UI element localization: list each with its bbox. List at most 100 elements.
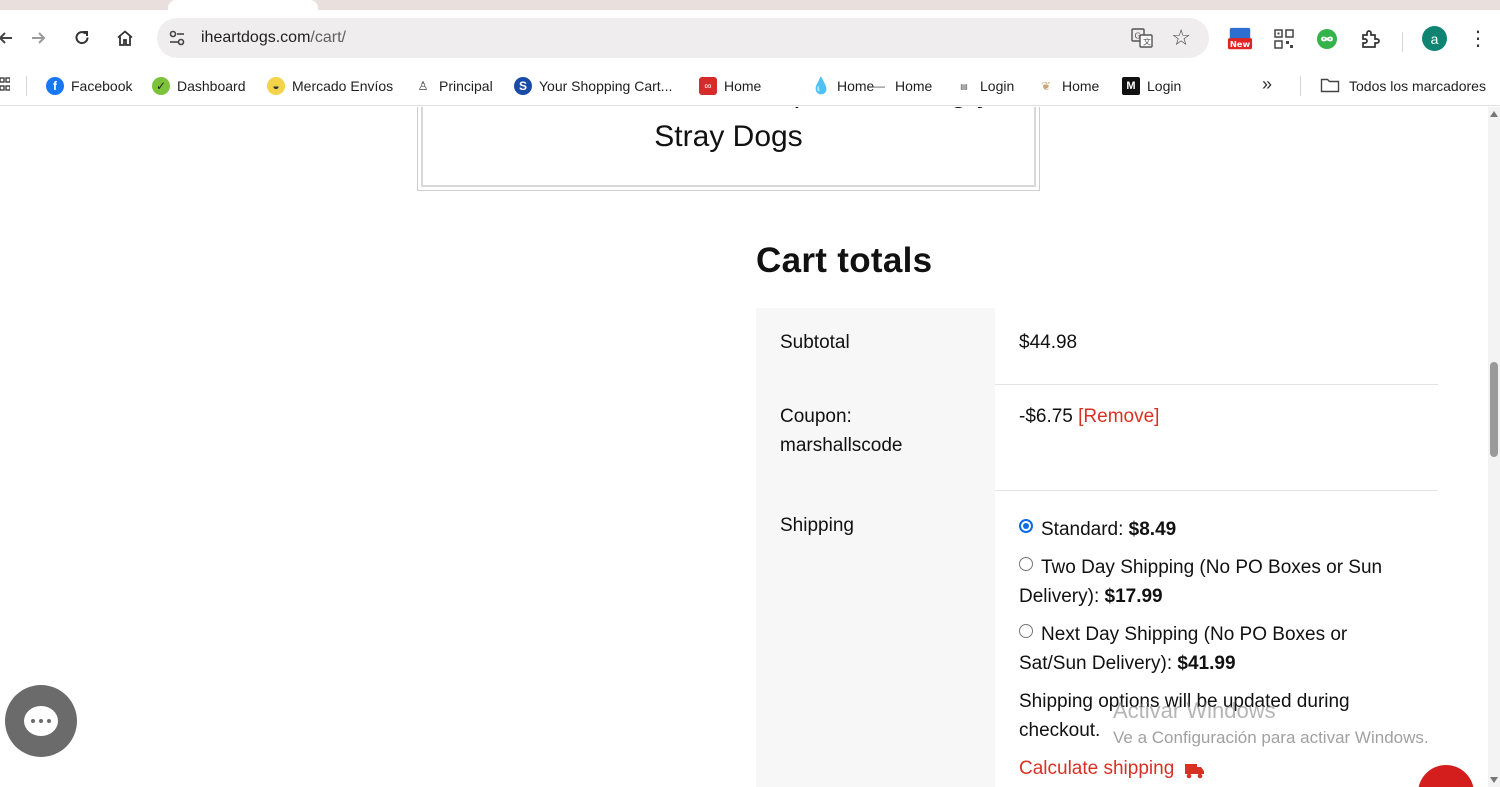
donate-box: Donates 10 Meals to Help Feed Hungry Str… [417,107,1040,191]
mercado-envios-icon: ◒ [267,77,285,95]
new-extension-icon[interactable]: New [1227,26,1253,52]
bookmark-label: Home [1062,78,1100,94]
bookmarks-bar: f Facebook ✓ Dashboard ◒ Mercado Envíos … [0,66,1500,106]
more-bookmarks-icon[interactable]: » [1262,74,1272,95]
folder-icon [1320,77,1340,96]
bookmark-label: Login [1147,78,1182,94]
truck-icon [1184,760,1206,778]
home-leaf-icon: ❦ [1040,79,1052,93]
shipping-radio-two-day[interactable] [1019,557,1033,571]
back-icon[interactable] [0,24,20,52]
bookmark-home-1[interactable]: ∞ Home [699,72,761,100]
shipping-option-price: $8.49 [1128,519,1177,540]
shipping-option-next-day[interactable]: Next Day Shipping (No PO Boxes or Sat/Su… [1019,620,1398,678]
coupon-value-cell: -$6.75 [Remove] [995,385,1438,491]
cart-totals-table: Subtotal $44.98 Coupon: marshallscode -$… [756,308,1438,787]
bookmark-principal[interactable]: ♙ Principal [414,72,493,100]
scroll-down-arrow-icon[interactable] [1490,777,1498,783]
subtotal-label: Subtotal [756,308,995,385]
m-logo-icon: M [1122,77,1140,95]
coupon-value: -$6.75 [1019,406,1073,427]
chat-widget-button[interactable] [5,685,77,757]
all-bookmarks-label: Todos los marcadores [1349,78,1486,94]
home-icon[interactable] [111,24,139,52]
forward-icon[interactable] [24,24,52,52]
donate-text-line2: Stray Dogs [654,120,803,153]
donate-box-inner: Donates 10 Meals to Help Feed Hungry Str… [421,107,1036,187]
bookmark-label: Home [837,78,875,94]
subtotal-value: $44.98 [995,308,1438,385]
apps-grid-icon[interactable] [0,75,11,95]
home-red-icon: ∞ [699,77,717,95]
shipping-radio-standard[interactable] [1019,519,1033,533]
page-scrollbar[interactable] [1488,107,1500,787]
bookmark-label: Dashboard [177,78,246,94]
bookmarks-divider [26,76,27,96]
donate-text-line1: Donates 10 Meals to Help Feed Hungry [423,107,1034,115]
new-badge-label: New [1230,39,1251,49]
tab-strip [0,0,1500,10]
windows-activation-subtitle: Ve a Configuración para activar Windows. [1113,728,1429,747]
coupon-label-prefix: Coupon: [780,406,852,427]
svg-text:G: G [1135,32,1141,41]
calculate-shipping-link[interactable]: Calculate shipping [1019,754,1398,783]
bookmark-facebook[interactable]: f Facebook [46,72,132,100]
shopping-cart-icon: S [514,77,532,95]
bookmark-home-3[interactable]: — Home [870,72,932,100]
extensions-puzzle-icon[interactable] [1357,26,1383,52]
bookmark-mercado-envios[interactable]: ◒ Mercado Envíos [267,72,393,100]
all-bookmarks-folder[interactable]: Todos los marcadores [1320,72,1486,100]
url-host: iheartdogs.com [201,29,311,46]
shipping-option-standard[interactable]: Standard: $8.49 [1019,515,1398,544]
shipping-option-two-day[interactable]: Two Day Shipping (No PO Boxes or Sun Del… [1019,553,1398,611]
url-path: /cart/ [310,29,346,46]
remove-coupon-link[interactable]: [Remove] [1078,406,1159,427]
bookmark-label: Mercado Envíos [292,78,394,94]
coupon-code: marshallscode [780,435,903,456]
coupon-row: Coupon: marshallscode -$6.75 [Remove] [756,385,1438,491]
shipping-option-text: Standard: [1041,519,1129,540]
site-info-icon[interactable] [167,28,187,48]
address-bar[interactable]: iheartdogs.com/cart/ G文 ☆ [157,18,1209,58]
shipping-radio-next-day[interactable] [1019,624,1033,638]
chat-bubble-icon [24,706,58,736]
bookmark-home-2[interactable]: 💧 Home [811,72,875,100]
profile-avatar[interactable]: a [1422,26,1447,51]
coupon-label: Coupon: marshallscode [756,385,995,491]
bookmark-shopping-cart[interactable]: S Your Shopping Cart... [514,72,672,100]
bookmark-login-1[interactable]: ▤ Login [955,72,1014,100]
calculate-shipping-label: Calculate shipping [1019,758,1175,779]
bookmark-label: Your Shopping Cart... [539,78,673,94]
dashboard-icon: ✓ [152,77,170,95]
bookmarks-divider-right [1300,76,1301,96]
qr-code-icon[interactable] [1271,26,1297,52]
bookmark-label: Home [895,78,933,94]
toolbar-divider [1402,32,1403,52]
url-text[interactable]: iheartdogs.com/cart/ [201,29,346,47]
principal-icon: ♙ [417,79,429,93]
drop-icon: 💧 [811,78,831,95]
shipping-option-price: $41.99 [1177,653,1236,674]
shipping-label: Shipping [756,491,995,787]
shipping-option-text: Two Day Shipping (No PO Boxes or Sun Del… [1019,557,1383,607]
bookmark-login-2[interactable]: M Login [1122,72,1181,100]
bookmark-label: Login [980,78,1015,94]
scroll-up-arrow-icon[interactable] [1490,111,1498,117]
browser-toolbar: iheartdogs.com/cart/ G文 ☆ New a ⋮ [0,10,1500,66]
infinity-extension-icon[interactable] [1314,26,1340,52]
bookmark-home-4[interactable]: ❦ Home [1037,72,1099,100]
bookmark-star-icon[interactable]: ☆ [1171,25,1191,51]
reload-icon[interactable] [68,24,96,52]
scroll-thumb[interactable] [1490,362,1498,457]
translate-icon[interactable]: G文 [1131,27,1153,49]
menu-kebab-icon[interactable]: ⋮ [1466,24,1490,52]
shipping-option-price: $17.99 [1104,586,1163,607]
subtotal-row: Subtotal $44.98 [756,308,1438,385]
login-icon: ▤ [960,81,968,91]
bookmark-label: Facebook [71,78,133,94]
bookmark-label: Principal [439,78,493,94]
bookmark-dashboard[interactable]: ✓ Dashboard [152,72,246,100]
active-tab[interactable] [168,0,318,10]
dash-icon: — [873,79,885,93]
cart-totals-heading: Cart totals [756,241,933,280]
